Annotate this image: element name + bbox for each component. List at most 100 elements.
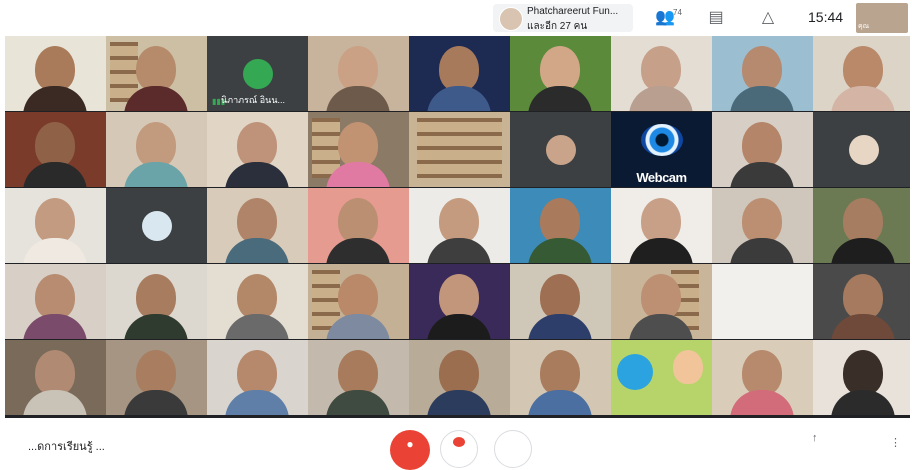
- participant-tile[interactable]: [5, 340, 106, 415]
- participant-body: [326, 238, 390, 263]
- participant-body: [124, 162, 188, 187]
- camera-toggle-button[interactable]: [494, 430, 532, 468]
- participant-tile[interactable]: [611, 264, 712, 339]
- phone-icon: [453, 437, 465, 447]
- participant-body: [831, 314, 895, 339]
- participant-body: [23, 238, 87, 263]
- participant-body: [225, 162, 289, 187]
- participant-tile[interactable]: [510, 36, 611, 111]
- participant-tile[interactable]: [106, 340, 207, 415]
- participant-body: [427, 86, 491, 111]
- participant-body: [23, 314, 87, 339]
- participant-body: [528, 390, 592, 415]
- participant-body: [730, 390, 794, 415]
- activities-icon[interactable]: △: [756, 5, 780, 31]
- participant-body: [831, 390, 895, 415]
- participant-body: [831, 86, 895, 111]
- participant-body: [326, 390, 390, 415]
- participant-tile[interactable]: [207, 188, 308, 263]
- participant-tile-cartoon-background[interactable]: [611, 340, 712, 415]
- participant-tile[interactable]: [409, 340, 510, 415]
- participant-tile[interactable]: [308, 264, 409, 339]
- present-now-icon[interactable]: ↑: [812, 432, 818, 444]
- participant-body: [225, 390, 289, 415]
- participant-tile[interactable]: [712, 264, 813, 339]
- participant-tile[interactable]: [813, 188, 910, 263]
- participant-tile[interactable]: [308, 340, 409, 415]
- participant-body: [23, 162, 87, 187]
- self-view-thumbnail[interactable]: คุณ: [856, 3, 908, 33]
- participant-tile[interactable]: [712, 340, 813, 415]
- participant-tile[interactable]: [510, 340, 611, 415]
- profile-avatar: [546, 135, 576, 165]
- presenter-avatar: [499, 7, 523, 31]
- participant-tile[interactable]: [5, 188, 106, 263]
- participant-tile[interactable]: [510, 264, 611, 339]
- participant-tile[interactable]: [308, 36, 409, 111]
- participant-tile[interactable]: [106, 112, 207, 187]
- participant-tile[interactable]: [409, 264, 510, 339]
- participant-tile[interactable]: [5, 264, 106, 339]
- participant-body: [225, 314, 289, 339]
- participant-tile[interactable]: [308, 188, 409, 263]
- participant-tile[interactable]: [5, 36, 106, 111]
- participant-tile[interactable]: [409, 188, 510, 263]
- cartoon-character-icon: [673, 350, 703, 384]
- profile-avatar: [849, 135, 879, 165]
- meeting-details-label[interactable]: ...ดการเรียนรู้ ...: [28, 437, 105, 455]
- participant-tile[interactable]: [611, 188, 712, 263]
- bookshelf: [417, 118, 502, 178]
- participant-body: [629, 238, 693, 263]
- profile-avatar: [142, 211, 172, 241]
- participant-tile[interactable]: [106, 36, 207, 111]
- participant-tile[interactable]: [106, 264, 207, 339]
- participant-body: [629, 86, 693, 111]
- participant-body: [831, 238, 895, 263]
- participant-tile[interactable]: [712, 36, 813, 111]
- participant-tile[interactable]: [207, 264, 308, 339]
- end-call-button[interactable]: [440, 430, 478, 468]
- participant-tile[interactable]: [409, 36, 510, 111]
- clock: 15:44: [808, 9, 844, 25]
- people-count: 74: [673, 8, 682, 17]
- presenter-chip[interactable]: Phatchareerut Fun... และอีก 27 คน: [493, 4, 633, 32]
- participant-tile[interactable]: [308, 112, 409, 187]
- participant-body: [528, 238, 592, 263]
- participant-body: [427, 390, 491, 415]
- meeting-bottom-bar: ...ดการเรียนรู้ ... ● ↑ ⋮: [0, 418, 912, 470]
- participant-tile[interactable]: [207, 340, 308, 415]
- webcam-logo-text: Webcam: [636, 170, 687, 185]
- participant-tile[interactable]: Webcam: [611, 112, 712, 187]
- participant-body: [528, 314, 592, 339]
- mic-toggle-button[interactable]: ●: [390, 430, 430, 470]
- participant-body: [730, 162, 794, 187]
- participant-tile[interactable]: [712, 188, 813, 263]
- presenter-name: Phatchareerut Fun...: [527, 6, 619, 17]
- self-label: คุณ: [858, 23, 870, 30]
- participant-tile-camera-off[interactable]: [106, 188, 207, 263]
- participant-tile[interactable]: [611, 36, 712, 111]
- participant-tile[interactable]: [813, 36, 910, 111]
- participant-tile-camera-off[interactable]: [813, 112, 910, 187]
- participant-name: นิภาภรณ์ อินน...: [221, 95, 285, 105]
- participant-tile[interactable]: [510, 188, 611, 263]
- participant-body: [730, 238, 794, 263]
- participant-tile[interactable]: [813, 340, 910, 415]
- participant-tile[interactable]: [207, 112, 308, 187]
- participant-body: [23, 86, 87, 111]
- participant-tile[interactable]: [813, 264, 910, 339]
- participant-body: [225, 238, 289, 263]
- participant-tile-camera-off[interactable]: ▮▮▮ นิภาภรณ์ อินน...: [207, 36, 308, 111]
- people-icon[interactable]: 👥: [655, 5, 675, 31]
- participant-body: [528, 86, 592, 111]
- participant-body: [124, 390, 188, 415]
- participant-tile[interactable]: [5, 112, 106, 187]
- participant-tile[interactable]: [712, 112, 813, 187]
- webcam-logo-icon: [641, 124, 683, 156]
- participant-grid: ▮▮▮ นิภาภรณ์ อินน... Webcam: [5, 36, 910, 418]
- participant-tile[interactable]: [409, 112, 510, 187]
- more-options-icon[interactable]: ⋮: [890, 436, 901, 449]
- participant-tile-camera-off[interactable]: [510, 112, 611, 187]
- chat-icon[interactable]: ▤: [704, 5, 728, 31]
- participant-body: [326, 86, 390, 111]
